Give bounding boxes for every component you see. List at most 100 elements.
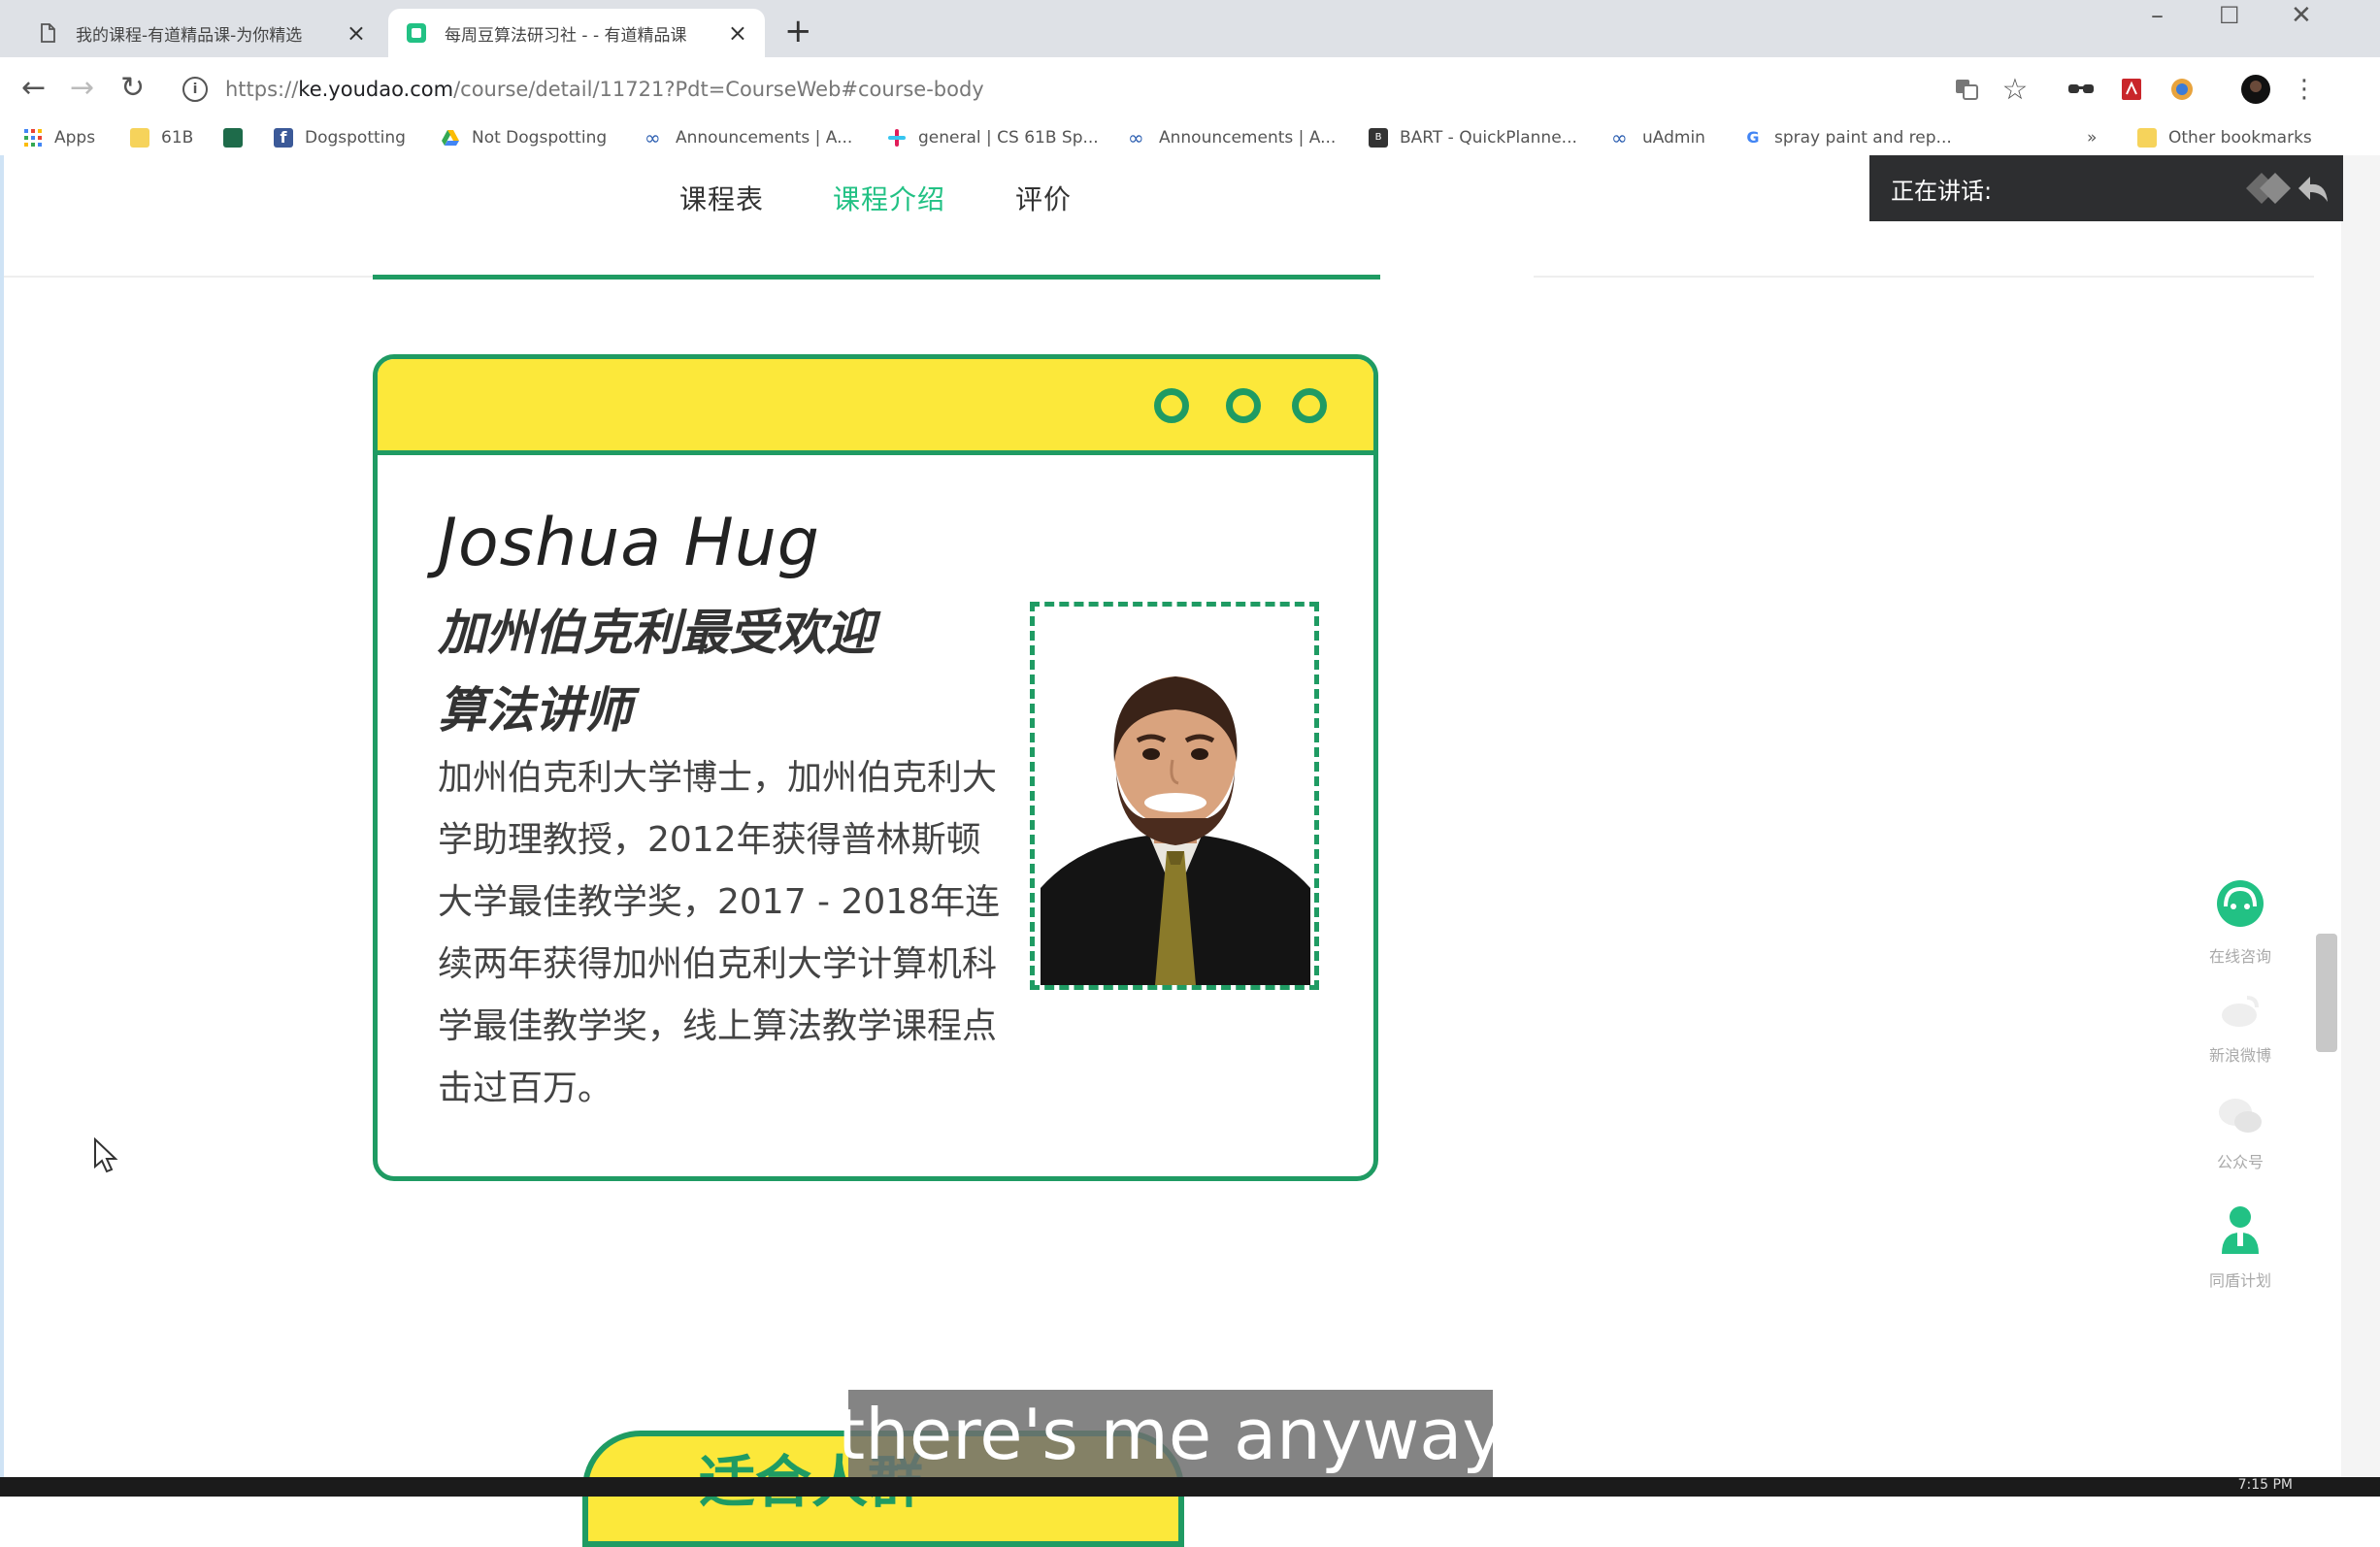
youdao-favicon-icon xyxy=(407,23,426,43)
slack-icon xyxy=(888,129,906,147)
bookmark-apps[interactable]: Apps xyxy=(23,124,95,151)
profile-avatar[interactable] xyxy=(2238,72,2273,107)
photo-app-icon xyxy=(223,128,243,148)
web-page: 课程表 课程介绍 评价 Joshua Hug 加州伯克利最受欢迎 算法讲师 加州… xyxy=(0,155,2341,1477)
google-icon: G xyxy=(1746,128,1760,147)
circle-icon xyxy=(1154,388,1189,423)
sidebar-label: 同盾计划 xyxy=(2208,1271,2271,1290)
tab-schedule[interactable]: 课程表 xyxy=(679,179,764,217)
bookmark-label: Other bookmarks xyxy=(2168,128,2312,148)
nav-divider xyxy=(0,276,373,278)
video-caption: there's me anyway xyxy=(838,1390,1504,1479)
teacher-card: Joshua Hug 加州伯克利最受欢迎 算法讲师 加州伯克利大学博士，加州伯克… xyxy=(373,354,1378,1181)
forward-arrow-icon[interactable]: → xyxy=(70,69,94,108)
bookmarks-bar: Apps 61B f Dogspotting Not Dogspotting ∞… xyxy=(0,120,2380,155)
bookmark-bart[interactable]: B BART - QuickPlanne... xyxy=(1369,124,1577,151)
folder-icon xyxy=(2137,128,2157,148)
speaking-controls xyxy=(2242,169,2330,208)
sidebar-plan[interactable]: 同盾计划 xyxy=(2198,1203,2283,1291)
browser-tab-bar: 我的课程-有道精品课-为你精选 × 每周豆算法研习社 - - 有道精品课 × +… xyxy=(0,0,2380,57)
url-path: /course/detail/11721?Pdt=CourseWeb#cours… xyxy=(453,78,984,101)
nav-divider xyxy=(1534,276,2314,278)
bookmark-label: Not Dogspotting xyxy=(472,128,608,148)
bookmark-announcements-2[interactable]: ∞ Announcements | A... xyxy=(1128,124,1336,151)
sidebar-weibo[interactable]: 新浪微博 xyxy=(2198,992,2283,1066)
teacher-title-line: 算法讲师 xyxy=(438,682,632,739)
wechat-icon xyxy=(2219,1099,2262,1133)
page-left-edge xyxy=(0,155,4,1477)
tab-course-intro[interactable]: 课程介绍 xyxy=(833,179,945,217)
site-info-icon[interactable]: i xyxy=(182,77,208,102)
browser-toolbar: ← → ↻ i https://ke.youdao.com/course/det… xyxy=(0,57,2380,120)
translate-icon[interactable] xyxy=(1949,72,1984,107)
minimize-window-icon[interactable]: – xyxy=(2151,0,2164,31)
taskbar-clock: 7:15 PM xyxy=(2237,1477,2293,1493)
bart-icon: B xyxy=(1369,128,1388,148)
sidebar-online-consult[interactable]: 在线咨询 xyxy=(2198,875,2283,967)
bookmark-61b[interactable]: 61B xyxy=(130,124,193,151)
bookmark-label: Dogspotting xyxy=(305,128,406,148)
tab-title: 每周豆算法研习社 - - 有道精品课 xyxy=(445,25,687,46)
pdf-extension-icon[interactable] xyxy=(2114,72,2149,107)
url-text: https://ke.youdao.com/course/detail/1172… xyxy=(225,78,984,101)
speaking-indicator: 正在讲话: xyxy=(1869,155,2343,221)
tab-title: 我的课程-有道精品课-为你精选 xyxy=(76,25,303,46)
reload-icon[interactable]: ↻ xyxy=(120,69,145,108)
bookmark-label: 61B xyxy=(161,128,194,148)
google-drive-icon xyxy=(442,130,459,146)
teacher-title-line: 加州伯克利最受欢迎 xyxy=(438,605,875,661)
reply-arrow-icon[interactable] xyxy=(2297,169,2330,208)
back-arrow-icon[interactable]: ← xyxy=(21,69,46,108)
apps-grid-icon xyxy=(24,129,42,147)
headset-icon xyxy=(2217,880,2264,927)
bookmark-label: Announcements | A... xyxy=(676,128,853,148)
infinity-icon: ∞ xyxy=(1611,126,1628,149)
chrome-menu-icon[interactable]: ⋮ xyxy=(2287,72,2322,107)
os-taskbar: 7:15 PM xyxy=(0,1477,2380,1497)
scrollbar-track[interactable] xyxy=(2341,155,2380,1477)
folder-icon xyxy=(130,128,149,148)
sidebar-label: 在线咨询 xyxy=(2208,947,2271,966)
globe-extension-icon[interactable] xyxy=(2165,72,2199,107)
close-window-icon[interactable]: ✕ xyxy=(2291,0,2312,31)
bookmark-uadmin[interactable]: ∞ uAdmin xyxy=(1611,124,1705,151)
new-tab-button[interactable]: + xyxy=(784,12,812,50)
bookmark-photo-app[interactable] xyxy=(223,124,254,151)
sidebar-wechat[interactable]: 公众号 xyxy=(2198,1095,2283,1172)
weibo-icon xyxy=(2222,996,2259,1027)
active-section-underline xyxy=(373,275,1380,280)
close-tab-icon[interactable]: × xyxy=(347,21,366,45)
page-icon xyxy=(41,23,55,43)
teacher-title: 加州伯克利最受欢迎 算法讲师 xyxy=(438,594,875,749)
bookmark-dogspotting[interactable]: f Dogspotting xyxy=(274,124,406,151)
other-bookmarks[interactable]: Other bookmarks xyxy=(2137,124,2312,151)
infinity-icon: ∞ xyxy=(1128,126,1144,149)
extension-glasses-icon[interactable] xyxy=(2064,72,2099,107)
bookmark-general-cs61b[interactable]: general | CS 61B Sp... xyxy=(887,124,1099,151)
close-tab-icon[interactable]: × xyxy=(728,21,747,45)
bookmark-star-icon[interactable]: ☆ xyxy=(1998,72,2033,107)
person-icon xyxy=(2222,1206,2259,1254)
facebook-icon: f xyxy=(274,128,293,148)
address-bar[interactable]: i https://ke.youdao.com/course/detail/11… xyxy=(182,68,1920,111)
bookmark-not-dogspotting[interactable]: Not Dogspotting xyxy=(441,124,607,151)
maximize-window-icon[interactable]: ☐ xyxy=(2219,0,2240,31)
url-host: ke.youdao.com xyxy=(298,78,454,101)
bookmark-announcements-1[interactable]: ∞ Announcements | A... xyxy=(645,124,852,151)
bookmark-label: Announcements | A... xyxy=(1159,128,1337,148)
teacher-photo xyxy=(1041,645,1310,985)
tab-reviews[interactable]: 评价 xyxy=(1015,179,1072,217)
infinity-icon: ∞ xyxy=(645,126,661,149)
more-bookmarks-label: » xyxy=(2087,128,2098,148)
teacher-description: 加州伯克利大学博士，加州伯克利大学助理教授，2012年获得普林斯顿大学最佳教学奖… xyxy=(438,758,1001,1108)
browser-tab-course-detail[interactable]: 每周豆算法研习社 - - 有道精品课 × xyxy=(388,9,765,57)
circle-icon xyxy=(1226,388,1261,423)
browser-tab-my-courses[interactable]: 我的课程-有道精品课-为你精选 × xyxy=(19,9,383,57)
scrollbar-thumb[interactable] xyxy=(2316,934,2337,1052)
bookmark-label: spray paint and rep... xyxy=(1774,128,1952,148)
teacher-name: Joshua Hug xyxy=(438,505,820,581)
sidebar-label: 公众号 xyxy=(2216,1153,2264,1171)
bookmark-spray-paint[interactable]: G spray paint and rep... xyxy=(1743,124,1952,151)
more-bookmarks-button[interactable]: » xyxy=(2087,124,2097,151)
url-scheme: https:// xyxy=(225,78,299,101)
